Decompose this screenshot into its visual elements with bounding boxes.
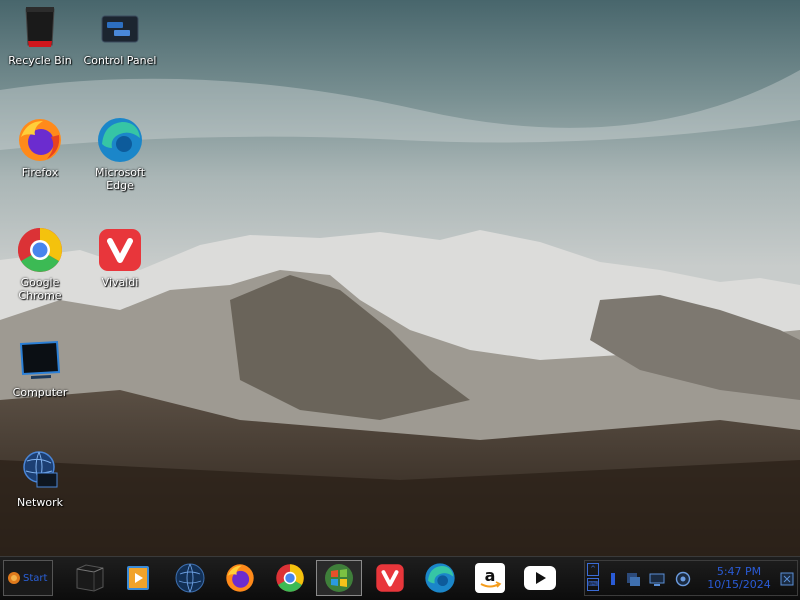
- control-panel-icon: [96, 4, 144, 52]
- taskbar-item-globe[interactable]: [170, 560, 210, 596]
- chrome-icon: [276, 564, 304, 592]
- desktop-icon-label: Microsoft Edge: [94, 166, 146, 192]
- taskbar-item-vivaldi[interactable]: [370, 560, 410, 596]
- edge-icon: [425, 563, 455, 593]
- desktop-icon-label: Firefox: [21, 166, 59, 179]
- desktop[interactable]: Recycle Bin Control Panel Firefox Micros…: [0, 0, 800, 556]
- tray-expand-button[interactable]: ^: [587, 563, 599, 576]
- desktop-icon-microsoft-edge[interactable]: Microsoft Edge: [80, 116, 160, 192]
- vivaldi-icon: [376, 564, 404, 592]
- start-label: Start: [23, 572, 48, 584]
- display-tray-icon[interactable]: [649, 571, 665, 587]
- taskbar-item-amazon[interactable]: a: [470, 560, 510, 596]
- taskbar: Start a ^ ⌨ 5:47 PM 10/15/2024: [0, 556, 800, 600]
- start-button[interactable]: Start: [3, 560, 53, 596]
- edge-icon: [96, 116, 144, 164]
- desktop-icon-label: Recycle Bin: [8, 54, 72, 67]
- clock-date: 10/15/2024: [707, 578, 771, 591]
- amazon-icon: a: [475, 563, 505, 593]
- action-center-icon[interactable]: [605, 571, 621, 587]
- keyboard-layout-button[interactable]: ⌨: [587, 578, 599, 591]
- taskbar-item-edge[interactable]: [420, 560, 460, 596]
- network-tray-icon[interactable]: [625, 571, 641, 587]
- firefox-icon: [226, 564, 254, 592]
- start-orb-icon: [8, 572, 20, 584]
- system-tray: ^ ⌨ 5:47 PM 10/15/2024: [584, 560, 798, 596]
- svg-text:a: a: [485, 566, 496, 585]
- windows-logo-icon: [325, 564, 353, 592]
- media-player-icon: [127, 566, 149, 590]
- desktop-icon-label: Vivaldi: [101, 276, 139, 289]
- desktop-icon-vivaldi[interactable]: Vivaldi: [80, 226, 160, 289]
- network-icon: [16, 446, 64, 494]
- desktop-icon-network[interactable]: Network: [0, 446, 80, 509]
- clock[interactable]: 5:47 PM 10/15/2024: [701, 565, 777, 591]
- globe-icon: [175, 563, 205, 593]
- computer-icon: [16, 336, 64, 384]
- desktop-icon-label: Network: [17, 496, 63, 509]
- desktop-icon-label: Control Panel: [83, 54, 157, 67]
- recycle-bin-icon: [16, 4, 64, 52]
- tray-arrows: ^ ⌨: [587, 563, 601, 593]
- desktop-icon-recycle-bin[interactable]: Recycle Bin: [0, 4, 80, 67]
- desktop-icon-firefox[interactable]: Firefox: [0, 116, 80, 179]
- taskbar-item-media-player[interactable]: [118, 560, 158, 596]
- chrome-icon: [16, 226, 64, 274]
- desktop-icon-google-chrome[interactable]: Google Chrome: [0, 226, 80, 302]
- taskbar-item-firefox[interactable]: [220, 560, 260, 596]
- desktop-icon-computer[interactable]: Computer: [0, 336, 80, 399]
- vivaldi-icon: [96, 226, 144, 274]
- clock-time: 5:47 PM: [716, 565, 762, 578]
- taskbar-item-chrome[interactable]: [270, 560, 310, 596]
- firefox-icon: [16, 116, 64, 164]
- security-tray-icon[interactable]: [675, 571, 691, 587]
- taskbar-item-windows[interactable]: [316, 560, 362, 596]
- desktop-icon-label: Google Chrome: [18, 276, 62, 302]
- taskbar-item-youtube[interactable]: [520, 560, 560, 596]
- taskbar-item-file-explorer[interactable]: [70, 560, 110, 596]
- notification-icon[interactable]: [779, 571, 795, 587]
- desktop-icon-control-panel[interactable]: Control Panel: [80, 4, 160, 67]
- desktop-icon-label: Computer: [12, 386, 68, 399]
- file-explorer-icon: [76, 564, 104, 592]
- youtube-icon: [524, 566, 556, 590]
